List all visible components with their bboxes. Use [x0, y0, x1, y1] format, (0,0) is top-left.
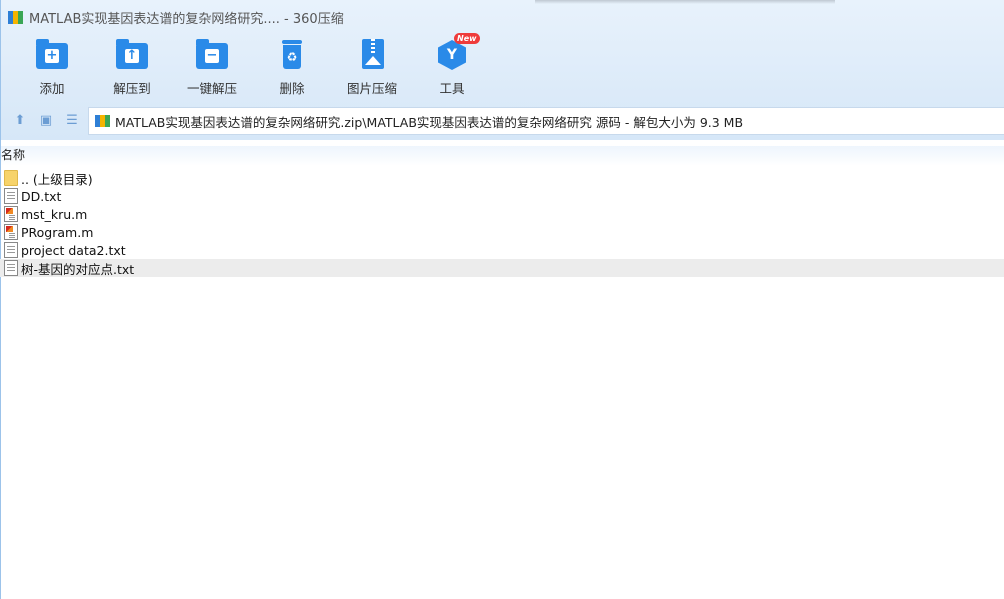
toolbar: + 添加 ↑ 解压到 − 一键解压 ♻ 删除 图片压缩 Y 工具 [0, 38, 1004, 100]
extract-to-button[interactable]: ↑ 解压到 [92, 38, 172, 97]
image-compress-icon [362, 39, 384, 69]
matlab-file-icon [4, 224, 18, 240]
column-header-name[interactable]: 名称 [0, 146, 1004, 166]
up-arrow-icon[interactable]: ⬆ [12, 113, 28, 129]
overlay-shadow [535, 0, 835, 4]
thumbnail-view-icon[interactable]: ▣ [38, 113, 54, 129]
add-folder-icon: + [36, 39, 68, 69]
image-compress-button-label: 图片压缩 [346, 81, 397, 96]
one-click-extract-icon: − [196, 39, 228, 69]
column-header-label: 名称 [1, 148, 26, 162]
list-view-icon[interactable]: ☰ [64, 113, 80, 129]
file-name: .. (上级目录) [21, 171, 93, 187]
file-list: .. (上级目录) DD.txt mst_kru.m PRogram.m pro… [0, 169, 1004, 277]
list-item[interactable]: DD.txt [0, 187, 1004, 205]
trash-icon: ♻ [282, 40, 302, 70]
folder-icon [4, 170, 18, 186]
text-file-icon [4, 260, 18, 276]
file-name: 树-基因的对应点.txt [21, 261, 135, 277]
file-name: mst_kru.m [21, 206, 88, 222]
add-button[interactable]: + 添加 [12, 38, 92, 97]
extract-to-button-label: 解压到 [113, 81, 151, 96]
list-item-parent[interactable]: .. (上级目录) [0, 169, 1004, 187]
tools-button-label: 工具 [439, 81, 465, 96]
title-bar: MATLAB实现基因表达谱的复杂网络研究.... - 360压缩 [0, 0, 1004, 34]
file-name: DD.txt [21, 188, 62, 204]
file-name: PRogram.m [21, 224, 94, 240]
address-row: ⬆ ▣ ☰ MATLAB实现基因表达谱的复杂网络研究.zip\MATLAB实现基… [0, 106, 1004, 136]
image-compress-button[interactable]: 图片压缩 [332, 38, 412, 97]
window-title: MATLAB实现基因表达谱的复杂网络研究.... - 360压缩 [29, 11, 344, 27]
text-file-icon [4, 188, 18, 204]
text-file-icon [4, 242, 18, 258]
add-button-label: 添加 [39, 81, 65, 96]
delete-button[interactable]: ♻ 删除 [252, 38, 332, 97]
tools-icon: Y [438, 40, 466, 70]
list-item[interactable]: project data2.txt [0, 241, 1004, 259]
archive-icon [95, 114, 110, 128]
extract-to-icon: ↑ [116, 39, 148, 69]
new-badge: New [454, 33, 480, 44]
file-name: project data2.txt [21, 242, 126, 258]
list-item[interactable]: mst_kru.m [0, 205, 1004, 223]
tools-button[interactable]: Y 工具 [412, 38, 492, 97]
app-logo-icon [8, 9, 24, 25]
matlab-file-icon [4, 206, 18, 222]
list-item-selected[interactable]: 树-基因的对应点.txt [0, 259, 1004, 277]
address-path: MATLAB实现基因表达谱的复杂网络研究.zip\MATLAB实现基因表达谱的复… [115, 114, 744, 130]
address-bar[interactable]: MATLAB实现基因表达谱的复杂网络研究.zip\MATLAB实现基因表达谱的复… [88, 107, 1004, 135]
list-item[interactable]: PRogram.m [0, 223, 1004, 241]
one-click-extract-button[interactable]: − 一键解压 [172, 38, 252, 97]
delete-button-label: 删除 [279, 81, 305, 96]
one-click-extract-button-label: 一键解压 [186, 81, 237, 96]
